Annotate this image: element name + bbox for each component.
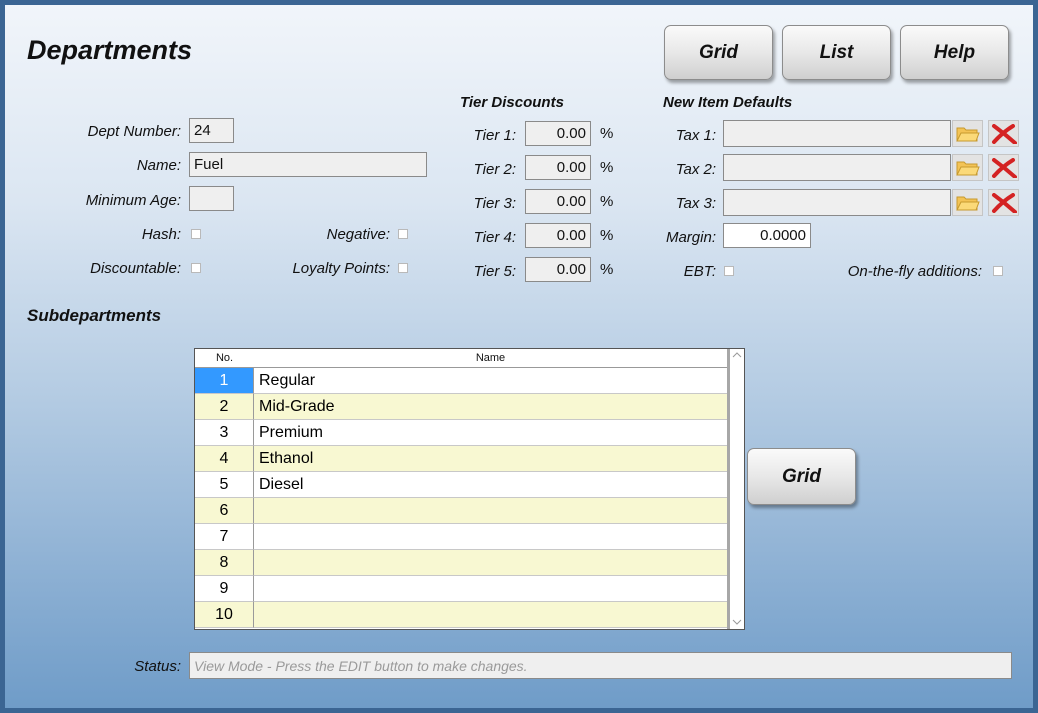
negative-checkbox[interactable] bbox=[398, 229, 408, 239]
name-label: Name: bbox=[136, 157, 181, 174]
on-the-fly-label: On-the-fly additions: bbox=[847, 263, 982, 280]
subdepartments-grid[interactable]: No. Name 1 Regular 2 Mid-Grade 3 Premium… bbox=[194, 348, 745, 630]
help-button[interactable]: Help bbox=[900, 25, 1009, 80]
tier-1-label: Tier 1: bbox=[473, 127, 516, 144]
tier-1-field[interactable]: 0.00 bbox=[525, 121, 591, 146]
table-row[interactable]: 3 Premium bbox=[195, 420, 727, 446]
scroll-down-icon[interactable] bbox=[732, 619, 742, 625]
page-title: Departments bbox=[27, 35, 193, 65]
row-name[interactable]: Regular bbox=[254, 368, 727, 394]
table-row[interactable]: 1 Regular bbox=[195, 368, 727, 394]
row-name[interactable] bbox=[254, 524, 727, 550]
tier-4-field[interactable]: 0.00 bbox=[525, 223, 591, 248]
tier-2-label: Tier 2: bbox=[473, 161, 516, 178]
row-number: 3 bbox=[195, 420, 254, 446]
row-number: 10 bbox=[195, 602, 254, 628]
tier-3-percent: % bbox=[600, 193, 614, 210]
table-row[interactable]: 9 bbox=[195, 576, 727, 602]
name-field[interactable]: Fuel bbox=[189, 152, 427, 177]
tax-1-label: Tax 1: bbox=[675, 127, 716, 144]
tier-2-percent: % bbox=[600, 159, 614, 176]
column-header-name[interactable]: Name bbox=[254, 349, 727, 368]
vertical-scrollbar[interactable] bbox=[727, 349, 744, 629]
tier-3-field[interactable]: 0.00 bbox=[525, 189, 591, 214]
row-number: 5 bbox=[195, 472, 254, 498]
folder-icon[interactable] bbox=[952, 154, 983, 181]
new-item-defaults-header: New Item Defaults bbox=[663, 94, 793, 111]
row-number: 6 bbox=[195, 498, 254, 524]
row-number: 4 bbox=[195, 446, 254, 472]
discountable-label: Discountable: bbox=[90, 260, 181, 277]
row-number: 7 bbox=[195, 524, 254, 550]
tax-1-field[interactable] bbox=[723, 120, 951, 147]
row-number: 9 bbox=[195, 576, 254, 602]
row-name[interactable]: Mid-Grade bbox=[254, 394, 727, 420]
subdepartments-grid-button[interactable]: Grid bbox=[747, 448, 856, 505]
folder-icon[interactable] bbox=[952, 189, 983, 216]
margin-label: Margin: bbox=[665, 229, 716, 246]
loyalty-points-label: Loyalty Points: bbox=[292, 260, 390, 277]
table-row[interactable]: 2 Mid-Grade bbox=[195, 394, 727, 420]
hash-checkbox[interactable] bbox=[191, 229, 201, 239]
table-row[interactable]: 6 bbox=[195, 498, 727, 524]
column-header-no[interactable]: No. bbox=[195, 349, 255, 368]
departments-panel: Departments Grid List Help Dept Number: … bbox=[5, 5, 1033, 708]
subdepartments-header: Subdepartments bbox=[27, 306, 162, 325]
folder-icon[interactable] bbox=[952, 120, 983, 147]
row-name[interactable] bbox=[254, 602, 727, 628]
discountable-checkbox[interactable] bbox=[191, 263, 201, 273]
loyalty-points-checkbox[interactable] bbox=[398, 263, 408, 273]
row-name[interactable] bbox=[254, 550, 727, 576]
tier-5-field[interactable]: 0.00 bbox=[525, 257, 591, 282]
row-name[interactable]: Diesel bbox=[254, 472, 727, 498]
tax-3-label: Tax 3: bbox=[675, 195, 716, 212]
tier-1-percent: % bbox=[600, 125, 614, 142]
tier-discounts-header: Tier Discounts bbox=[460, 94, 564, 111]
tier-2-field[interactable]: 0.00 bbox=[525, 155, 591, 180]
table-row[interactable]: 4 Ethanol bbox=[195, 446, 727, 472]
row-name[interactable] bbox=[254, 498, 727, 524]
clear-x-icon[interactable] bbox=[988, 189, 1019, 216]
grid-view-button[interactable]: Grid bbox=[664, 25, 773, 80]
list-view-button[interactable]: List bbox=[782, 25, 891, 80]
dept-number-label: Dept Number: bbox=[87, 123, 181, 140]
row-number: 8 bbox=[195, 550, 254, 576]
tier-3-label: Tier 3: bbox=[473, 195, 516, 212]
tax-2-label: Tax 2: bbox=[675, 161, 716, 178]
row-number: 1 bbox=[195, 368, 254, 394]
table-row[interactable]: 7 bbox=[195, 524, 727, 550]
table-row[interactable]: 10 bbox=[195, 602, 727, 628]
clear-x-icon[interactable] bbox=[988, 120, 1019, 147]
row-name[interactable]: Ethanol bbox=[254, 446, 727, 472]
status-label: Status: bbox=[134, 658, 181, 675]
ebt-label: EBT: bbox=[683, 263, 716, 280]
scroll-up-icon[interactable] bbox=[732, 352, 742, 358]
row-name[interactable]: Premium bbox=[254, 420, 727, 446]
table-row[interactable]: 8 bbox=[195, 550, 727, 576]
table-row[interactable]: 5 Diesel bbox=[195, 472, 727, 498]
hash-label: Hash: bbox=[141, 226, 181, 243]
clear-x-icon[interactable] bbox=[988, 154, 1019, 181]
row-number: 2 bbox=[195, 394, 254, 420]
tier-5-percent: % bbox=[600, 261, 614, 278]
on-the-fly-checkbox[interactable] bbox=[993, 266, 1003, 276]
tax-2-field[interactable] bbox=[723, 154, 951, 181]
status-field: View Mode - Press the EDIT button to mak… bbox=[189, 652, 1012, 679]
row-name[interactable] bbox=[254, 576, 727, 602]
tier-5-label: Tier 5: bbox=[473, 263, 516, 280]
negative-label: Negative: bbox=[326, 226, 390, 243]
margin-field[interactable]: 0.0000 bbox=[723, 223, 811, 248]
min-age-field[interactable] bbox=[189, 186, 234, 211]
tax-3-field[interactable] bbox=[723, 189, 951, 216]
tier-4-percent: % bbox=[600, 227, 614, 244]
tier-4-label: Tier 4: bbox=[473, 229, 516, 246]
min-age-label: Minimum Age: bbox=[85, 192, 181, 209]
ebt-checkbox[interactable] bbox=[724, 266, 734, 276]
dept-number-field[interactable]: 24 bbox=[189, 118, 234, 143]
